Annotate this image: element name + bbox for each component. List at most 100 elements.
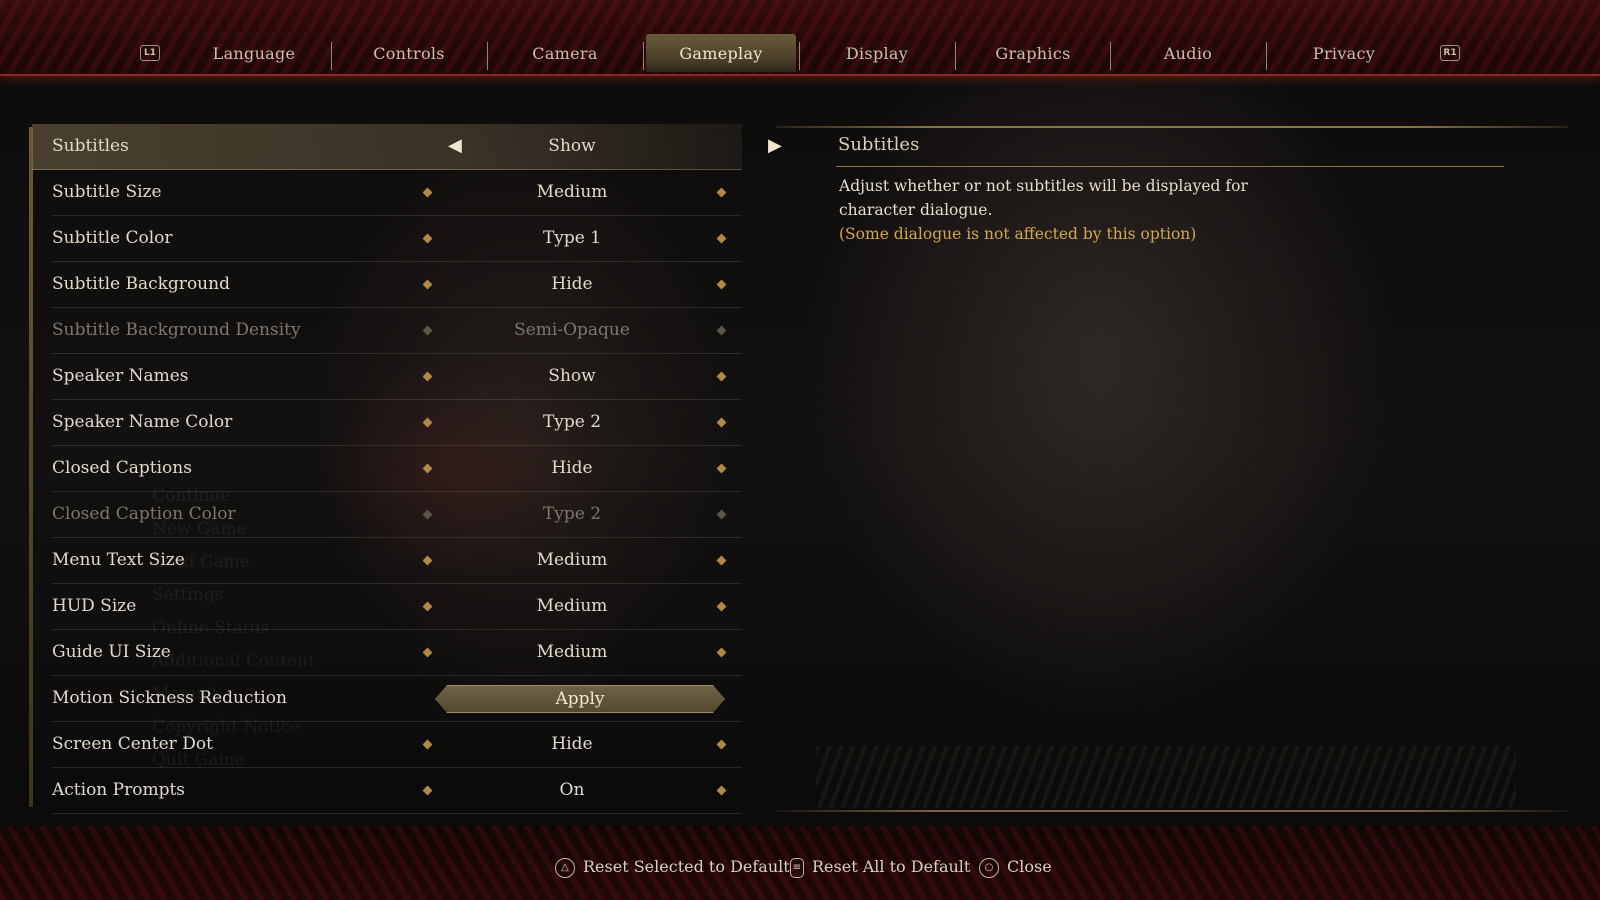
setting-value: Type 2 xyxy=(542,504,602,524)
setting-label: Action Prompts xyxy=(52,780,186,800)
diamond-right-icon[interactable] xyxy=(716,233,727,244)
options-button-icon: ≡ xyxy=(790,857,804,878)
tab-audio[interactable]: Audio xyxy=(1113,34,1263,72)
hint-label: Reset Selected to Default xyxy=(583,857,790,876)
tab-separator xyxy=(487,42,488,70)
setting-row-closed-captions[interactable]: Closed Captions Hide xyxy=(52,446,742,492)
diamond-left-icon[interactable] xyxy=(422,463,433,474)
diamond-right-icon[interactable] xyxy=(716,555,727,566)
setting-row-motion-sickness-reduction[interactable]: Motion Sickness Reduction Apply xyxy=(52,676,742,722)
setting-value: Medium xyxy=(536,642,608,662)
diamond-right-icon[interactable] xyxy=(716,647,727,658)
circle-button-icon: ○ xyxy=(979,857,999,878)
diamond-right-icon[interactable] xyxy=(716,279,727,290)
setting-value: On xyxy=(559,780,585,800)
setting-label: Menu Text Size xyxy=(52,550,185,570)
setting-value: Medium xyxy=(536,182,608,202)
setting-row-speaker-name-color[interactable]: Speaker Name Color Type 2 xyxy=(52,400,742,446)
diamond-left-icon[interactable] xyxy=(422,601,433,612)
setting-value: Show xyxy=(548,366,596,386)
tab-display[interactable]: Display xyxy=(802,34,952,72)
r1-button-icon[interactable]: R1 xyxy=(1440,45,1460,61)
setting-row-menu-text-size[interactable]: Menu Text Size Medium xyxy=(52,538,742,584)
setting-row-subtitle-color[interactable]: Subtitle Color Type 1 xyxy=(52,216,742,262)
diamond-right-icon[interactable] xyxy=(716,187,727,198)
setting-label: Screen Center Dot xyxy=(52,734,213,754)
diamond-left-icon xyxy=(422,509,433,520)
setting-row-subtitle-background[interactable]: Subtitle Background Hide xyxy=(52,262,742,308)
reset-all-hint[interactable]: ≡ Reset All to Default xyxy=(790,857,970,878)
button-hint-bar: △ Reset Selected to Default ≡ Reset All to… xyxy=(0,826,1600,900)
diamond-left-icon[interactable] xyxy=(422,647,433,658)
setting-value: Show xyxy=(548,136,596,156)
setting-row-subtitle-background-density: Subtitle Background Density Semi-Opaque xyxy=(52,308,742,354)
setting-label: Subtitle Size xyxy=(52,182,162,202)
arrow-left-icon[interactable]: ◀ xyxy=(448,137,462,155)
setting-value: Hide xyxy=(551,734,593,754)
diamond-left-icon[interactable] xyxy=(422,233,433,244)
tab-separator xyxy=(643,42,644,70)
setting-value: Medium xyxy=(536,596,608,616)
setting-row-closed-caption-color: Closed Caption Color Type 2 xyxy=(52,492,742,538)
description-panel: Subtitles Adjust whether or not subtitle… xyxy=(776,126,1568,812)
description-text: Adjust whether or not subtitles will be … xyxy=(839,177,1248,219)
setting-row-screen-center-dot[interactable]: Screen Center Dot Hide xyxy=(52,722,742,768)
tab-separator xyxy=(955,42,956,70)
diamond-right-icon[interactable] xyxy=(716,601,727,612)
setting-label: Closed Captions xyxy=(52,458,192,478)
diamond-left-icon[interactable] xyxy=(422,417,433,428)
setting-value: Hide xyxy=(551,274,593,294)
diamond-left-icon[interactable] xyxy=(422,785,433,796)
tab-graphics[interactable]: Graphics xyxy=(958,34,1108,72)
tab-bar: L1 Language Controls Camera Gameplay Dis… xyxy=(0,0,1600,76)
tab-privacy[interactable]: Privacy xyxy=(1269,34,1419,72)
diamond-left-icon xyxy=(422,325,433,336)
title-divider xyxy=(836,166,1504,167)
diamond-left-icon[interactable] xyxy=(422,187,433,198)
reset-selected-hint[interactable]: △ Reset Selected to Default xyxy=(555,857,790,878)
setting-label: Subtitles xyxy=(52,136,129,156)
setting-row-action-prompts[interactable]: Action Prompts On xyxy=(52,768,742,814)
list-scrollbar[interactable] xyxy=(29,127,33,807)
setting-row-guide-ui-size[interactable]: Guide UI Size Medium xyxy=(52,630,742,676)
tab-language[interactable]: Language xyxy=(179,34,329,72)
setting-value: Medium xyxy=(536,550,608,570)
setting-label: Subtitle Background xyxy=(52,274,230,294)
diamond-right-icon[interactable] xyxy=(716,417,727,428)
setting-value: Hide xyxy=(551,458,593,478)
panel-divider xyxy=(776,810,1568,812)
setting-row-subtitles[interactable]: Subtitles ◀ Show ▶ xyxy=(32,124,782,170)
tab-gameplay[interactable]: Gameplay xyxy=(646,34,796,72)
setting-value: Type 1 xyxy=(542,228,602,248)
setting-label: HUD Size xyxy=(52,596,137,616)
description-note: (Some dialogue is not affected by this o… xyxy=(839,225,1197,243)
diamond-right-icon[interactable] xyxy=(716,463,727,474)
diamond-left-icon[interactable] xyxy=(422,739,433,750)
diamond-right-icon[interactable] xyxy=(716,739,727,750)
diamond-left-icon[interactable] xyxy=(422,371,433,382)
setting-label: Speaker Names xyxy=(52,366,189,386)
apply-button[interactable]: Apply xyxy=(435,685,725,713)
close-hint[interactable]: ○ Close xyxy=(979,857,1052,878)
diamond-right-icon xyxy=(716,509,727,520)
tab-separator xyxy=(331,42,332,70)
diamond-left-icon[interactable] xyxy=(422,279,433,290)
tab-separator xyxy=(1266,42,1267,70)
diamond-right-icon xyxy=(716,325,727,336)
triangle-button-icon: △ xyxy=(555,857,575,878)
diamond-left-icon[interactable] xyxy=(422,555,433,566)
panel-divider xyxy=(776,126,1568,128)
diamond-right-icon[interactable] xyxy=(716,371,727,382)
tab-separator xyxy=(799,42,800,70)
panel-ornament xyxy=(816,746,1516,808)
l1-button-icon[interactable]: L1 xyxy=(140,45,160,61)
tab-controls[interactable]: Controls xyxy=(334,34,484,72)
setting-label: Subtitle Background Density xyxy=(52,320,301,340)
tab-camera[interactable]: Camera xyxy=(490,34,640,72)
setting-row-hud-size[interactable]: HUD Size Medium xyxy=(52,584,742,630)
diamond-right-icon[interactable] xyxy=(716,785,727,796)
setting-row-speaker-names[interactable]: Speaker Names Show xyxy=(52,354,742,400)
settings-list: Subtitles ◀ Show ▶ Subtitle Size Medium … xyxy=(32,124,782,814)
hint-label: Reset All to Default xyxy=(812,857,971,876)
setting-row-subtitle-size[interactable]: Subtitle Size Medium xyxy=(52,170,742,216)
